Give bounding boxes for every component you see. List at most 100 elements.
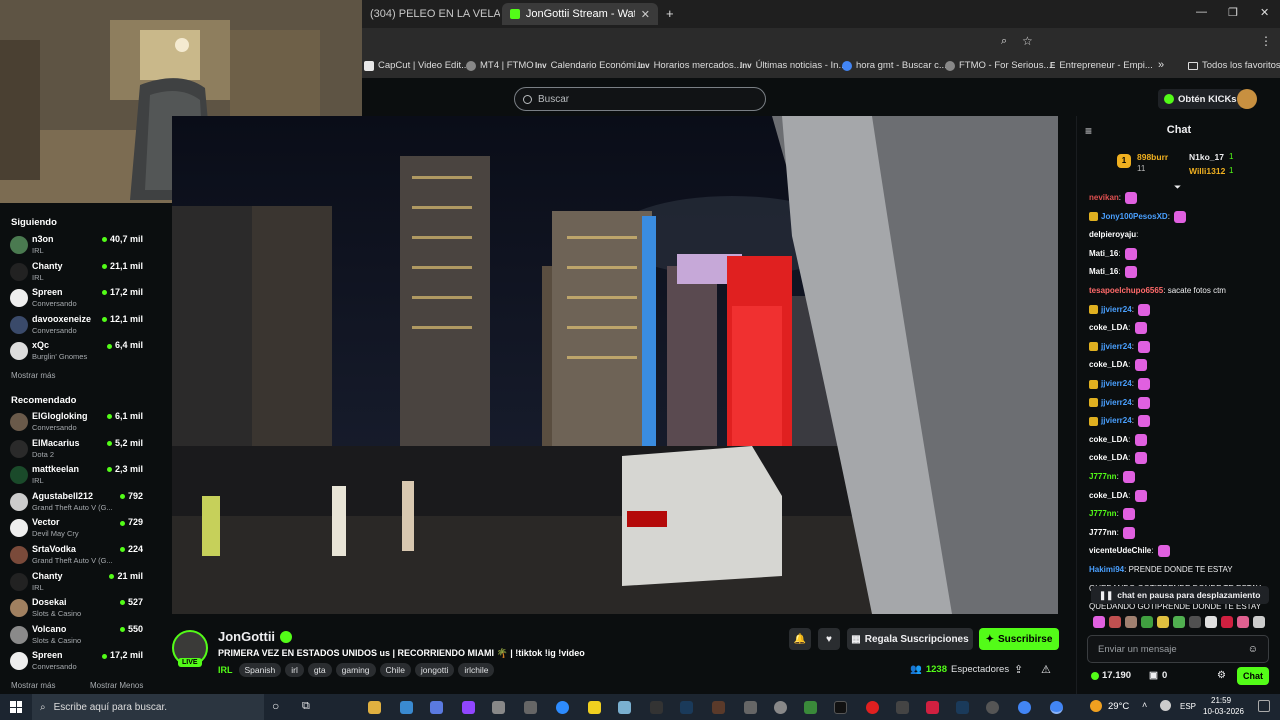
show-less-link[interactable]: Mostrar Menos [90, 681, 143, 690]
emote-icon[interactable] [1173, 616, 1185, 628]
chat-username[interactable]: J777nn [1089, 472, 1117, 481]
steam-icon[interactable] [956, 701, 969, 714]
new-tab-button[interactable]: + [666, 6, 674, 21]
bookmark-item[interactable]: Inv Calendario Económi... [535, 60, 644, 71]
chrome-icon[interactable] [1018, 701, 1031, 714]
twitch-icon[interactable] [462, 701, 475, 714]
chat-username[interactable]: jjvierr24 [1101, 379, 1132, 388]
video-player[interactable] [172, 116, 1058, 614]
sidebar-channel-srtavodka[interactable]: SrtaVodka Grand Theft Auto V (G... 224 [10, 543, 150, 569]
sidebar-channel-dosekai[interactable]: Dosekai Slots & Casino 527 [10, 596, 150, 622]
report-icon[interactable]: ⚠ [1041, 663, 1051, 676]
app-icon[interactable] [618, 701, 631, 714]
chat-username[interactable]: Mati_16 [1089, 249, 1118, 258]
tag[interactable]: gta [307, 663, 332, 677]
app-icon[interactable] [986, 701, 999, 714]
tray-icon[interactable] [1160, 700, 1171, 711]
sticky-notes-icon[interactable] [588, 701, 601, 714]
edge-icon[interactable] [400, 701, 413, 714]
emote-icon[interactable] [1157, 616, 1169, 628]
file-explorer-icon[interactable] [368, 701, 381, 714]
minimize-button[interactable]: — [1196, 6, 1207, 18]
copilot-icon[interactable] [430, 701, 443, 714]
emote-icon[interactable] [1093, 616, 1105, 628]
app-icon[interactable] [712, 701, 725, 714]
gear-icon[interactable]: ⚙ [1217, 670, 1226, 681]
emote-icon[interactable] [1125, 616, 1137, 628]
channel-name[interactable]: JonGottii [218, 629, 275, 644]
bookmark-item[interactable]: Inv Horarios mercados... [638, 60, 742, 71]
sidebar-channel-volcano[interactable]: Volcano Slots & Casino 550 [10, 623, 150, 649]
chat-username[interactable]: coke_LDA [1089, 361, 1128, 370]
tag[interactable]: Chile [379, 663, 411, 677]
tag[interactable]: irlchile [458, 663, 495, 677]
cortana-icon[interactable]: ○ [272, 699, 279, 713]
share-icon[interactable]: ⇪ [1014, 663, 1023, 676]
settings-icon[interactable] [744, 701, 757, 714]
sidebar-channel-elglogloking[interactable]: ElGlogloking Conversando 6,1 mil [10, 410, 150, 436]
chat-username[interactable]: jjvierr24 [1101, 305, 1132, 314]
app-icon[interactable] [524, 701, 537, 714]
chat-username[interactable]: nevikan [1089, 193, 1119, 202]
emote-icon[interactable] [1221, 616, 1233, 628]
app-icon[interactable] [926, 701, 939, 714]
chat-username[interactable]: vicenteUdeChile [1089, 547, 1151, 556]
sidebar-channel-chanty[interactable]: Chanty IRL 21 mil [10, 570, 150, 596]
show-more-link[interactable]: Mostrar más [11, 371, 55, 380]
emote-icon[interactable] [1141, 616, 1153, 628]
sidebar-channel-n3on[interactable]: n3on IRL 40,7 mil [10, 233, 150, 259]
capcut-icon[interactable] [650, 701, 663, 714]
sidebar-channel-davooxeneize[interactable]: davooxeneize Conversando 12,1 mil [10, 313, 150, 339]
weather-temp[interactable]: 29°C [1108, 701, 1129, 712]
gear-icon[interactable] [774, 701, 787, 714]
chat-username[interactable]: coke_LDA [1089, 454, 1128, 463]
gifter-name[interactable]: N1ko_17 [1189, 152, 1224, 162]
app-icon[interactable] [896, 701, 909, 714]
sidebar-channel-agustabell212[interactable]: Agustabell212 Grand Theft Auto V (G... 792 [10, 490, 150, 516]
menu-icon[interactable]: ⋮ [1260, 34, 1272, 48]
sidebar-channel-elmacarius[interactable]: ElMacarius Dota 2 5,2 mil [10, 437, 150, 463]
chat-username[interactable]: coke_LDA [1089, 491, 1128, 500]
tag[interactable]: Spanish [238, 663, 282, 677]
emote-icon[interactable] [1253, 616, 1265, 628]
all-favorites-folder[interactable]: Todos los favoritos [1188, 60, 1280, 71]
gift-subs-button[interactable]: ▦ Regala Suscripciones [847, 628, 973, 650]
emoji-icon[interactable]: ☺ [1248, 644, 1258, 655]
clock-time[interactable]: 21:59 [1211, 696, 1231, 705]
subscribe-button[interactable]: ✦ Suscribirse [979, 628, 1059, 650]
send-chat-button[interactable]: Chat [1237, 667, 1269, 685]
chat-username[interactable]: tesapoelchupo6565 [1089, 286, 1163, 295]
tab-jongottii[interactable]: JonGottii Stream - Watch L ✕ [502, 3, 658, 25]
chat-username[interactable]: jjvierr24 [1101, 342, 1132, 351]
zoom-icon[interactable] [556, 701, 569, 714]
bookmarks-overflow-button[interactable]: » [1158, 59, 1164, 71]
bookmark-item[interactable]: MT4 | FTMO [466, 60, 534, 71]
gifter-name[interactable]: Willi1312 [1189, 166, 1225, 176]
bookmark-item[interactable]: hora gmt - Buscar c... [842, 60, 947, 71]
app-icon[interactable] [492, 701, 505, 714]
top-gifter-name[interactable]: 898burr [1137, 152, 1168, 162]
emote-icon[interactable] [1237, 616, 1249, 628]
task-view-icon[interactable]: ⧉ [302, 700, 310, 713]
sidebar-channel-chanty[interactable]: Chanty IRL 21,1 mil [10, 260, 150, 286]
app-icon[interactable] [680, 701, 693, 714]
tray-up-icon[interactable]: ˄ [1142, 700, 1147, 710]
sidebar-channel-spreen[interactable]: Spreen Conversando 17,2 mil [10, 286, 150, 312]
bookmark-item[interactable]: Inv Últimas noticias - In... [740, 60, 846, 71]
notifications-icon[interactable] [1258, 700, 1270, 712]
tab-peleo[interactable]: (304) PELEO EN LA VELADA DE ✕ [362, 3, 500, 25]
zoom-icon[interactable]: ⌕ [1001, 35, 1007, 48]
close-icon[interactable]: ✕ [641, 8, 650, 21]
clock-date[interactable]: 10-03-2026 [1203, 707, 1244, 716]
chrome-active-icon[interactable] [1050, 701, 1063, 714]
tiktok-icon[interactable] [834, 701, 847, 714]
chat-paused-banner[interactable]: ❚❚ chat en pausa para desplazamiento [1091, 586, 1269, 604]
sidebar-channel-spreen[interactable]: Spreen Conversando 17,2 mil [10, 649, 150, 675]
bookmark-item[interactable]: FTMO - For Serious... [945, 60, 1051, 71]
sidebar-channel-xqc[interactable]: xQc Burglin' Gnomes 6,4 mil [10, 339, 150, 365]
follow-button[interactable]: ♥ [818, 628, 840, 650]
sidebar-channel-mattkeelan[interactable]: mattkeelan IRL 2,3 mil [10, 463, 150, 489]
chat-username[interactable]: Jony100PesosXD [1101, 212, 1168, 221]
chat-username[interactable]: J777nn [1089, 509, 1117, 518]
chat-username[interactable]: Hakimi94 [1089, 565, 1124, 574]
